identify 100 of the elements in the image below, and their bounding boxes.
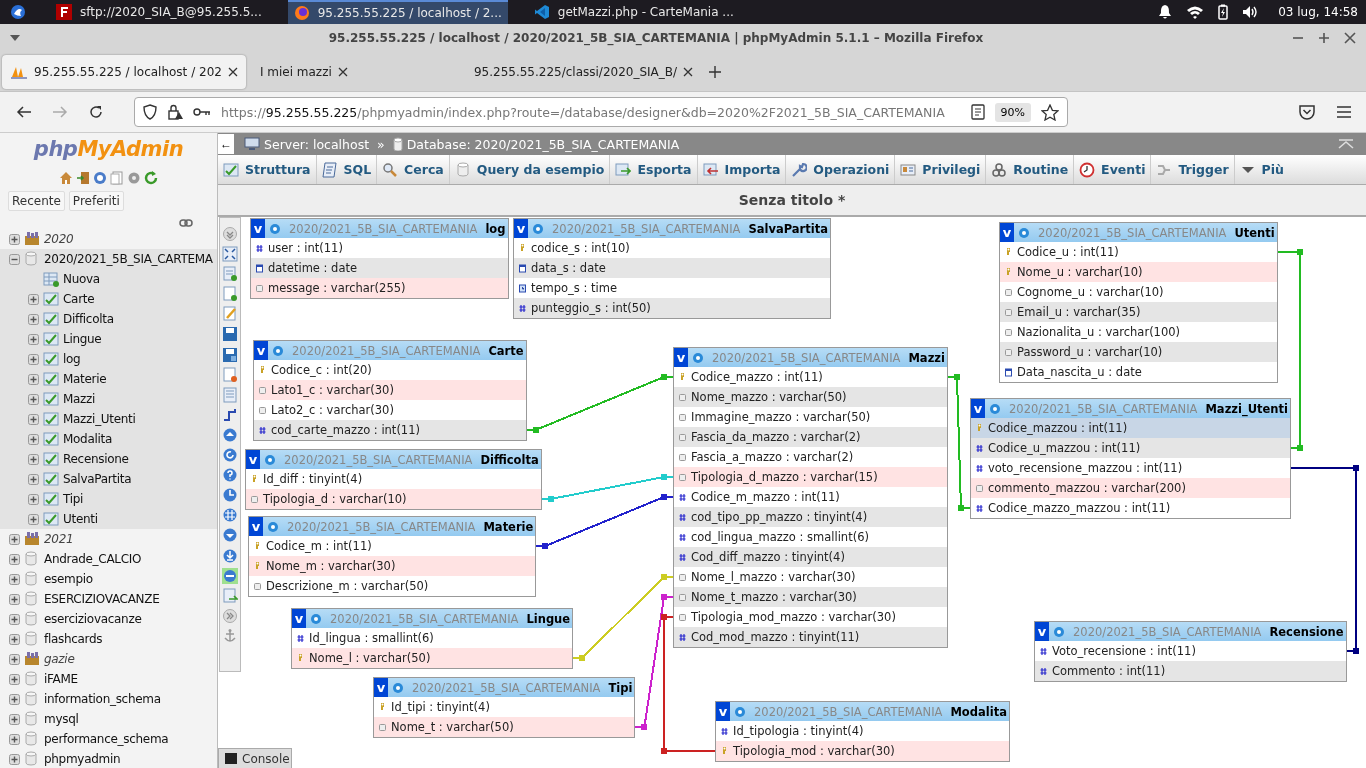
table-icon[interactable] (43, 431, 59, 447)
maximize-icon[interactable] (1318, 32, 1330, 44)
table-add-icon[interactable] (222, 266, 238, 283)
relation-icon[interactable] (222, 406, 238, 423)
expand-icon[interactable] (9, 713, 20, 725)
toggle-button[interactable]: v (246, 450, 260, 469)
field-row[interactable]: punteggio_s : int(50) (514, 298, 830, 318)
reload-icon[interactable] (88, 104, 104, 120)
table-icon[interactable] (43, 451, 59, 467)
field-row[interactable]: commento_mazzou : varchar(200) (971, 478, 1290, 498)
field-row[interactable]: Lato2_c : varchar(30) (254, 400, 526, 420)
expand-icon[interactable] (28, 453, 39, 465)
table-icon[interactable] (43, 491, 59, 507)
table-link[interactable]: Materie (63, 372, 107, 386)
relation-line[interactable] (535, 494, 674, 549)
field-row[interactable]: Nome_l : varchar(50) (292, 648, 573, 668)
arrow-up-circle-icon[interactable] (222, 426, 238, 443)
toggle-button[interactable]: v (292, 609, 306, 628)
field-row[interactable]: Descrizione_m : varchar(50) (249, 576, 536, 596)
field-row[interactable]: Fascia_a_mazzo : varchar(2) (674, 447, 947, 467)
field-row[interactable]: Email_u : varchar(35) (1000, 302, 1277, 322)
expand-icon[interactable] (28, 473, 39, 485)
table-icon[interactable] (43, 291, 59, 307)
table-card[interactable]: v 2020/2021_5B_SIA_CARTEMANIA Tipi Id_tipi : tinyint(4) Nome_t : varchar(50) (373, 677, 636, 738)
table-link[interactable]: Nuova (63, 272, 100, 286)
expand-icon[interactable] (28, 353, 39, 365)
menu-tab[interactable]: Importa (697, 155, 787, 184)
chevron-down-icon[interactable] (222, 226, 238, 242)
new-table-icon[interactable] (43, 271, 59, 287)
menu-tab[interactable]: Trigger (1151, 155, 1235, 184)
database-link[interactable]: phpmyadmin (44, 752, 121, 766)
toggle-button[interactable]: v (374, 678, 388, 697)
logo-text[interactable]: phpMyAdmin (0, 137, 217, 164)
field-row[interactable]: Voto_recensione : int(11) (1035, 641, 1346, 661)
field-row[interactable]: Lato1_c : varchar(30) (254, 380, 526, 400)
field-row[interactable]: Codice_u : int(11) (1000, 242, 1277, 262)
dropdown-caret-icon[interactable] (10, 35, 20, 41)
table-icon[interactable] (43, 311, 59, 327)
database-link[interactable]: 2020/2021_5B_SIA_CARTEMA (44, 252, 213, 266)
double-chevron-icon[interactable] (222, 607, 238, 624)
field-row[interactable]: Nome_mazzo : varchar(50) (674, 387, 947, 407)
field-row[interactable]: tempo_s : time (514, 278, 830, 298)
toggle-button[interactable]: v (251, 219, 265, 238)
browser-tab[interactable]: I miei mazzi (245, 54, 466, 89)
field-row[interactable]: Codice_mazzo_mazzou : int(11) (971, 498, 1290, 518)
table-icon[interactable] (43, 371, 59, 387)
table-link[interactable]: Recensione (63, 452, 129, 466)
field-row[interactable]: Nome_t : varchar(50) (374, 717, 635, 737)
toggle-relations-icon[interactable] (222, 567, 238, 584)
expand-icon[interactable] (9, 733, 20, 745)
expand-icon[interactable] (28, 293, 39, 305)
fullscreen-icon[interactable] (222, 246, 238, 263)
table-name[interactable]: Utenti (1230, 225, 1275, 240)
console-tab[interactable]: Console (218, 748, 292, 768)
database-link[interactable]: esempio (44, 572, 93, 586)
field-row[interactable]: Codice_m : int(11) (249, 536, 536, 556)
field-row[interactable]: Cognome_u : varchar(10) (1000, 282, 1277, 302)
save-as-icon[interactable] (222, 346, 238, 363)
toggle-button[interactable]: v (514, 219, 528, 238)
field-row[interactable]: Id_tipi : tinyint(4) (374, 697, 635, 717)
table-link[interactable]: Difficolta (63, 312, 114, 326)
table-card[interactable]: v 2020/2021_5B_SIA_CARTEMANIA Utenti Codice_u : int(11) Nome_u : varchar(10) Cognome_u : varchar(10) Email_u : varchar(35) Nazionalita_u : varchar(100) Password_u : varchar(10) Data_nascita_u : date (999, 222, 1278, 383)
field-row[interactable]: Id_diff : tinyint(4) (246, 469, 541, 489)
browser-tab[interactable]: 95.255.55.225 / localhost / 202 (2, 54, 246, 89)
menu-tab[interactable]: Esporta (610, 155, 698, 184)
table-link[interactable]: Utenti (63, 512, 98, 526)
group-label[interactable]: gazie (44, 652, 75, 666)
home-icon[interactable] (59, 171, 73, 185)
database-link[interactable]: ESERCIZIOVACANZE (44, 592, 160, 606)
field-row[interactable]: Id_lingua : smallint(6) (292, 628, 573, 648)
field-row[interactable]: user : int(11) (251, 238, 508, 258)
field-row[interactable]: Immagine_mazzo : varchar(50) (674, 407, 947, 427)
pocket-icon[interactable] (1298, 104, 1316, 120)
table-card[interactable]: v 2020/2021_5B_SIA_CARTEMANIA Difficolta Id_diff : tinyint(4) Tipologia_d : varchar(10) (245, 449, 542, 510)
database-link[interactable]: flashcards (44, 632, 103, 646)
menu-icon[interactable] (1336, 105, 1352, 119)
database-group-icon[interactable] (24, 651, 40, 667)
table-link[interactable]: Tipi (63, 492, 84, 506)
table-icon[interactable] (43, 351, 59, 367)
field-row[interactable]: Nome_t_mazzo : varchar(30) (674, 587, 947, 607)
table-name[interactable]: SalvaPartita (744, 221, 828, 236)
angle-circle-icon[interactable] (222, 487, 238, 504)
field-row[interactable]: Tipologia_d : varchar(10) (246, 489, 541, 509)
field-row[interactable]: cod_carte_mazzo : int(11) (254, 420, 526, 440)
field-row[interactable]: data_s : date (514, 258, 830, 278)
field-row[interactable]: Password_u : varchar(10) (1000, 342, 1277, 362)
table-link[interactable]: SalvaPartita (63, 472, 132, 486)
taskbar-item[interactable]: sftp://2020_SIA_B@95.255.5... (50, 0, 268, 24)
field-row[interactable]: Codice_m_mazzo : int(11) (674, 487, 947, 507)
database-link[interactable]: iFAME (44, 672, 78, 686)
new-tab-icon[interactable] (707, 64, 722, 79)
page-delete-icon[interactable] (222, 366, 238, 383)
menu-tab[interactable]: Privilegi (895, 155, 987, 184)
chevron-up-icon[interactable] (1338, 139, 1354, 149)
expand-icon[interactable] (28, 513, 39, 525)
table-link[interactable]: log (63, 352, 81, 366)
expand-icon[interactable] (28, 413, 39, 425)
sidebar-button[interactable]: Recente (8, 191, 65, 211)
field-row[interactable]: Nazionalita_u : varchar(100) (1000, 322, 1277, 342)
field-row[interactable]: cod_lingua_mazzo : smallint(6) (674, 527, 947, 547)
